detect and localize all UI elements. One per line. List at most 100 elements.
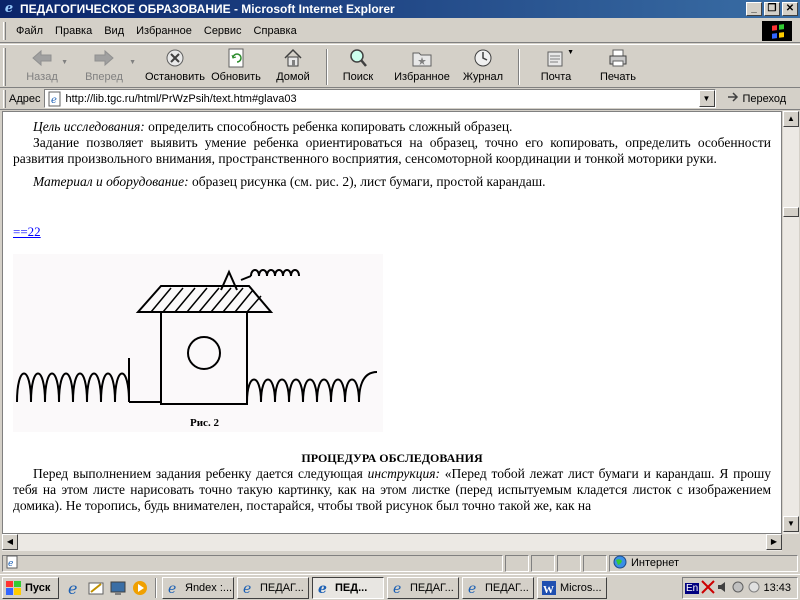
zone-label: Интернет: [630, 557, 679, 569]
address-field[interactable]: e ▼: [43, 89, 716, 108]
materials-paragraph: Материал и оборудование: образец рисунка…: [3, 174, 781, 190]
task-label: ПЕД...: [335, 581, 368, 594]
svg-text:e: e: [168, 581, 176, 596]
ie-logo-icon: e: [4, 1, 14, 16]
page-anchor-link[interactable]: ==22: [13, 224, 781, 240]
scroll-thumb[interactable]: [783, 207, 799, 217]
favorites-folder-icon: [411, 48, 433, 68]
media-player-quicklaunch-icon[interactable]: [131, 579, 149, 597]
menu-tools[interactable]: Сервис: [198, 23, 248, 39]
menu-file[interactable]: Файл: [10, 23, 49, 39]
svg-text:e: e: [68, 580, 77, 596]
forward-arrow-icon: [93, 48, 115, 68]
home-icon: [282, 48, 304, 68]
task-label: ПЕДАГ...: [410, 581, 454, 594]
section-heading: ПРОЦЕДУРА ОБСЛЕДОВАНИЯ: [301, 451, 483, 465]
scroll-right-icon[interactable]: ▶: [766, 534, 782, 550]
menu-grip[interactable]: [3, 21, 6, 40]
scroll-up-icon[interactable]: ▲: [783, 111, 799, 127]
quick-launch: e: [65, 579, 149, 597]
outlook-quicklaunch-icon[interactable]: [87, 579, 105, 597]
address-grip[interactable]: [3, 89, 6, 108]
materials-heading: Материал и оборудование:: [33, 174, 189, 189]
url-input[interactable]: [65, 92, 686, 105]
volume-icon[interactable]: [717, 580, 729, 597]
page-status-icon: e: [5, 555, 19, 572]
refresh-icon: [225, 48, 247, 68]
word-icon: W: [541, 580, 557, 596]
taskbar-item-pedag-4[interactable]: e ПЕДАГ...: [462, 576, 534, 599]
horizontal-scrollbar[interactable]: ◀ ▶: [2, 534, 782, 551]
menu-help[interactable]: Справка: [248, 23, 303, 39]
task-label: Яndex :...: [185, 581, 233, 594]
standard-toolbar: Назад ▼ Вперед ▼ Остановить Обновить Дом…: [0, 44, 800, 88]
taskbar-item-pedag-1[interactable]: e ПЕДАГ...: [237, 576, 309, 599]
task-label: Micros...: [560, 581, 602, 594]
minimize-button[interactable]: _: [746, 2, 762, 16]
svg-text:e: e: [318, 581, 327, 596]
address-dropdown-icon[interactable]: ▼: [698, 90, 715, 107]
print-button[interactable]: Печать: [594, 45, 642, 87]
history-button[interactable]: Журнал: [458, 45, 508, 87]
windows-logo-icon: [762, 21, 792, 41]
printer-icon: [607, 48, 629, 68]
menu-view[interactable]: Вид: [98, 23, 130, 39]
ie-quicklaunch-icon[interactable]: e: [65, 579, 83, 597]
home-label: Домой: [276, 71, 310, 83]
favorites-label: Избранное: [394, 71, 450, 83]
close-button[interactable]: ✕: [782, 2, 798, 16]
house-drawing: Рис. 2: [16, 269, 378, 429]
status-panel: [583, 554, 607, 572]
favorites-button[interactable]: Избранное: [390, 45, 454, 87]
materials-text: образец рисунка (см. рис. 2), лист бумаг…: [188, 174, 546, 189]
svg-text:e: e: [243, 581, 251, 596]
status-panel: [505, 554, 530, 572]
refresh-button[interactable]: Обновить: [208, 45, 264, 87]
home-button[interactable]: Домой: [270, 45, 316, 87]
svg-text:e: e: [393, 581, 401, 596]
print-label: Печать: [599, 71, 637, 83]
restore-button[interactable]: ❐: [764, 2, 780, 16]
back-dropdown-icon[interactable]: ▼: [61, 59, 68, 66]
stop-button[interactable]: Остановить: [142, 45, 208, 87]
refresh-label: Обновить: [211, 71, 261, 83]
mail-button[interactable]: Почта ▼: [532, 45, 580, 87]
back-button[interactable]: Назад ▼: [12, 45, 72, 87]
go-label: Переход: [742, 92, 787, 105]
taskbar-separator: [155, 577, 157, 598]
mail-dropdown-icon[interactable]: ▼: [567, 49, 574, 56]
taskbar-item-yandex[interactable]: e Яndex :...: [162, 576, 234, 599]
title-bar: e ПЕДАГОГИЧЕСКОЕ ОБРАЗОВАНИЕ - Microsoft…: [0, 0, 800, 18]
forward-label: Вперед: [85, 71, 123, 83]
forward-dropdown-icon[interactable]: ▼: [129, 59, 136, 66]
taskbar-item-pedag-active[interactable]: e ПЕД...: [312, 576, 384, 599]
language-indicator[interactable]: En: [685, 582, 700, 594]
search-button[interactable]: Поиск: [338, 45, 378, 87]
taskbar-item-word[interactable]: W Micros...: [537, 576, 607, 599]
desktop-quicklaunch-icon[interactable]: [109, 579, 127, 597]
start-button[interactable]: Пуск: [2, 576, 59, 599]
svg-text:e: e: [468, 581, 476, 596]
toolbar-separator: [518, 49, 520, 85]
scroll-left-icon[interactable]: ◀: [2, 534, 18, 550]
clock[interactable]: 13:43: [763, 582, 791, 594]
page-content: Цель исследования: определить способност…: [2, 111, 782, 534]
menu-edit[interactable]: Правка: [49, 23, 98, 39]
scroll-down-icon[interactable]: ▼: [783, 516, 799, 532]
mail-label: Почта: [540, 71, 572, 83]
tray-app-icon[interactable]: [747, 580, 761, 597]
go-button[interactable]: Переход: [726, 90, 787, 107]
menu-favorites[interactable]: Избранное: [130, 23, 198, 39]
taskbar-item-pedag-3[interactable]: e ПЕДАГ...: [387, 576, 459, 599]
vertical-scrollbar[interactable]: ▲ ▼: [782, 111, 799, 534]
toolbar-grip[interactable]: [3, 48, 6, 86]
address-bar: Адрес e ▼ Переход: [0, 88, 800, 110]
tray-app-icon[interactable]: [731, 580, 745, 597]
forward-button[interactable]: Вперед ▼: [72, 45, 136, 87]
svg-text:W: W: [543, 584, 554, 596]
address-label: Адрес: [9, 92, 41, 105]
page-icon: e: [47, 91, 63, 107]
network-icon[interactable]: [701, 579, 715, 597]
zone-panel: Интернет: [608, 554, 799, 572]
search-label: Поиск: [342, 71, 374, 83]
